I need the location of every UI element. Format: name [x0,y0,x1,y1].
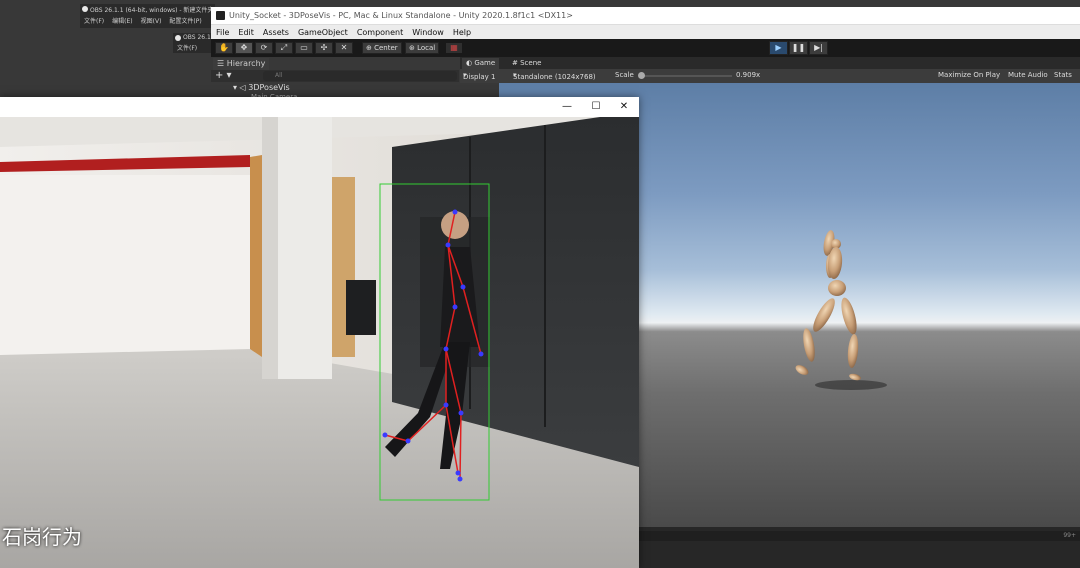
grid-snap-icon[interactable]: ▦ [445,42,463,54]
pillar-shade [262,117,278,379]
unity-menubar: File Edit Assets GameObject Component Wi… [211,25,1080,39]
scene-tab-label: Scene [520,59,542,67]
scale-tool-icon[interactable]: ⤢ [275,42,293,54]
game-tab-bar: ◐ Game # Scene [460,57,1080,69]
tab-scene[interactable]: # Scene [508,58,545,69]
display-select[interactable]: Display 1 ▾ [463,71,495,81]
unity-window-title: Unity_Socket - 3DPoseVis - PC, Mac & Lin… [229,11,573,20]
video-caption: 石岗行为 [2,525,82,549]
menu-file[interactable]: File [216,28,229,37]
mannequin-left-shin [803,328,815,362]
obs-menu-file[interactable]: 文件(F) [84,16,104,25]
video-titlebar: — ☐ ✕ [0,97,639,117]
scale-value: 0.909x [736,71,761,79]
joint-head [452,209,458,215]
obs-menubar: 文件(F) 编辑(E) 视图(V) 配置文件(P) [84,16,202,25]
video-window: — ☐ ✕ 石岗行为 [0,97,639,568]
hierarchy-search-input[interactable]: All [263,71,457,81]
pivot-mode-button[interactable]: ⊕ Center [362,42,402,54]
joint-ankle-right [455,470,461,476]
mannequin-left-foot [795,365,809,375]
display-label: Display 1 [463,73,496,81]
joint-foot-right [457,476,463,482]
obs-menu-edit[interactable]: 编辑(E) [112,16,132,25]
mannequin-right-shin [847,334,859,368]
add-object-button[interactable]: + ▾ [215,70,232,82]
mannequin-right-thigh [841,297,857,335]
obs-menu-view[interactable]: 视图(V) [141,16,162,25]
space-label: Local [417,44,436,52]
menu-help[interactable]: Help [453,28,471,37]
transform-tool-icon[interactable]: ✣ [315,42,333,54]
hand-tool-icon[interactable]: ✋ [215,42,233,54]
left-wall-panel [0,175,250,355]
mannequin-pelvis [828,280,846,296]
maximize-icon[interactable]: ☐ [589,100,603,114]
maximize-on-play-toggle[interactable]: Maximize On Play [938,71,1000,79]
step-button[interactable]: ▶| [809,41,828,55]
joint-wrist [478,351,484,357]
scene-name: 3DPoseVis [248,83,290,92]
play-button[interactable]: ▶ [769,41,788,55]
obs-menu-profile[interactable]: 配置文件(P) [169,16,201,25]
console-count-badge: 99+ [1063,532,1076,539]
menu-window[interactable]: Window [412,28,444,37]
joint-elbow [460,284,466,290]
joint-foot-left [382,432,388,438]
unity-titlebar: Unity_Socket - 3DPoseVis - PC, Mac & Lin… [211,7,1080,25]
pause-button[interactable]: ❚❚ [789,41,808,55]
camera-scene [0,117,639,568]
joint-knee-right [458,410,464,416]
unity-toolbar: ✋ ✥ ⟳ ⤢ ▭ ✣ ✕ ⊕ Center ⊛ Local ▦ ▶ ❚❚ ▶| [211,39,1080,57]
joint-hip [443,346,449,352]
obs-secondary-menubar: 文件(F) [177,43,197,52]
office-chair [346,280,376,335]
obs-title: OBS 26.1.1 (64-bit, windows) - 新建文件夹 [90,7,214,14]
scale-label: Scale [615,71,634,79]
menu-gameobject[interactable]: GameObject [298,28,348,37]
mannequin-left-thigh [813,298,835,332]
close-icon[interactable]: ✕ [617,100,631,114]
stats-toggle[interactable]: Stats [1054,71,1072,79]
rect-tool-icon[interactable]: ▭ [295,42,313,54]
video-frame: 石岗行为 [0,117,639,568]
obs-logo-icon [82,6,88,12]
minimize-icon[interactable]: — [560,100,574,114]
hierarchy-tab-label: Hierarchy [226,59,266,68]
tab-hierarchy[interactable]: ☰ Hierarchy [213,58,270,70]
resolution-select[interactable]: Standalone (1024x768) ▾ [513,71,596,81]
menu-edit[interactable]: Edit [238,28,254,37]
mannequin-shadow [815,380,887,390]
joint-spine [452,304,458,310]
tab-game[interactable]: ◐ Game [462,58,500,69]
joint-ankle-left [405,438,411,444]
obs-secondary-menu-file[interactable]: 文件(F) [177,43,197,52]
obs-secondary-window: OBS 26.1.1 文件(F) [173,33,217,53]
menu-assets[interactable]: Assets [263,28,289,37]
scale-slider-track[interactable] [640,75,732,77]
mute-audio-toggle[interactable]: Mute Audio [1008,71,1048,79]
hierarchy-scene-item[interactable]: ▾ ◁ 3DPoseVis [233,83,290,92]
game-tab-label: Game [474,59,496,67]
game-view-controls: Display 1 ▾ Standalone (1024x768) ▾ Scal… [460,69,1080,83]
scale-slider-knob[interactable] [638,72,645,79]
move-tool-icon[interactable]: ✥ [235,42,253,54]
menu-component[interactable]: Component [357,28,403,37]
joint-knee-left [443,402,449,408]
pivot-label: Center [374,44,398,52]
obs-logo-icon [175,35,181,41]
pivot-rotation-button[interactable]: ⊛ Local [405,42,440,54]
resolution-label: Standalone (1024x768) [513,73,596,81]
unity-logo-icon [216,11,225,20]
custom-tool-icon[interactable]: ✕ [335,42,353,54]
rotate-tool-icon[interactable]: ⟳ [255,42,273,54]
door-frame [250,155,262,357]
joint-neck [445,242,451,248]
desktop: OBS 26.1.1 (64-bit, windows) - 新建文件夹 文件(… [0,0,1080,568]
obs-main-window: OBS 26.1.1 (64-bit, windows) - 新建文件夹 文件(… [80,4,215,28]
